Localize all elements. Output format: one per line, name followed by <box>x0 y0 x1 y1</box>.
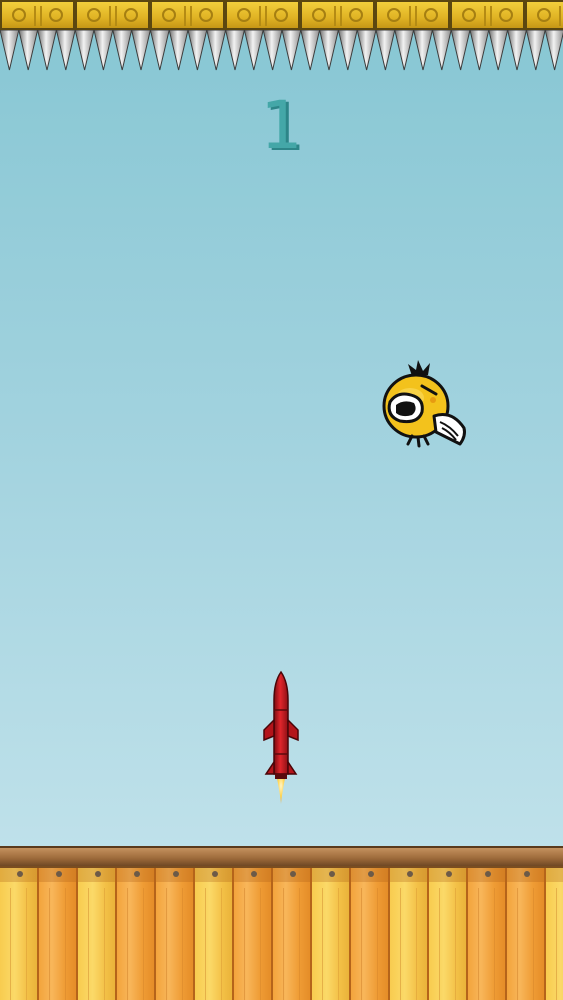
spike <box>93 30 114 71</box>
spike <box>262 30 283 71</box>
ceiling-block <box>0 0 75 30</box>
wooden-floor <box>0 846 563 1000</box>
floor-plank <box>0 868 39 1000</box>
ceiling-block <box>150 0 225 30</box>
spike <box>356 30 377 71</box>
spike <box>243 30 264 71</box>
floor-plank <box>507 868 546 1000</box>
spike <box>525 30 546 71</box>
floor-plank <box>390 868 429 1000</box>
floor-plank <box>117 868 156 1000</box>
spike <box>112 30 133 71</box>
spike <box>413 30 433 71</box>
spike <box>55 30 76 71</box>
ceiling-block <box>450 0 525 30</box>
rocket-obstacle <box>263 670 299 804</box>
floor-plank <box>546 868 563 1000</box>
spiked-ceiling <box>0 0 563 75</box>
spike <box>281 30 302 71</box>
floor-rail <box>0 846 563 866</box>
spike <box>394 30 415 71</box>
floor-plank <box>429 868 468 1000</box>
spike <box>469 30 490 71</box>
spike <box>544 30 563 71</box>
spike <box>18 30 39 71</box>
spike <box>488 30 509 71</box>
floor-plank <box>312 868 351 1000</box>
ceiling-spikes <box>0 30 563 71</box>
ceiling-block <box>525 0 563 30</box>
floor-plank <box>156 868 195 1000</box>
spike <box>300 30 321 71</box>
floor-plank <box>78 868 117 1000</box>
floor-plank <box>234 868 273 1000</box>
spike <box>168 30 189 71</box>
spike <box>187 30 208 71</box>
ceiling-block <box>375 0 450 30</box>
spike <box>507 30 527 71</box>
spike <box>431 30 452 71</box>
spike <box>206 30 227 71</box>
ceiling-block <box>225 0 300 30</box>
spike <box>225 30 245 71</box>
floor-plank <box>273 868 312 1000</box>
floor-plank <box>195 868 234 1000</box>
spike <box>375 30 396 71</box>
bird-player <box>382 360 466 448</box>
spike <box>319 30 339 71</box>
spike <box>337 30 358 71</box>
game-canvas[interactable]: 1 <box>0 0 563 1000</box>
ceiling-blocks <box>0 0 563 30</box>
ceiling-block <box>300 0 375 30</box>
ceiling-block <box>75 0 150 30</box>
floor-planks <box>0 866 563 1000</box>
spike <box>131 30 151 71</box>
spike <box>0 30 20 71</box>
spike <box>74 30 95 71</box>
spike <box>149 30 170 71</box>
score-counter: 1 <box>260 87 303 164</box>
floor-plank <box>468 868 507 1000</box>
floor-plank <box>351 868 390 1000</box>
spike <box>37 30 57 71</box>
floor-plank <box>39 868 78 1000</box>
spike <box>450 30 471 71</box>
